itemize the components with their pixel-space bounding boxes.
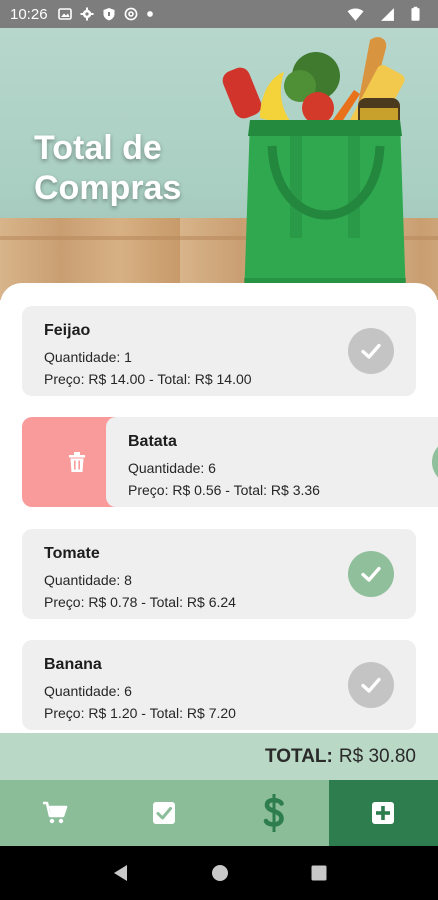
home-icon[interactable]	[211, 864, 229, 882]
total-bar: TOTAL: R$ 30.80	[0, 733, 438, 780]
list-item[interactable]: Banana Quantidade: 6 Preço: R$ 1.20 - To…	[22, 640, 416, 730]
check-button[interactable]	[348, 328, 394, 374]
shopping-list[interactable]: Feijao Quantidade: 1 Preço: R$ 14.00 - T…	[0, 283, 438, 733]
dot-icon	[146, 11, 153, 17]
nav-checklist[interactable]	[110, 780, 220, 846]
battery-icon	[411, 6, 420, 21]
item-quantity: Quantidade: 8	[44, 572, 132, 588]
gear-icon	[80, 7, 94, 21]
item-quantity: Quantidade: 6	[44, 683, 132, 699]
nav-add[interactable]	[328, 780, 438, 846]
status-time: 10:26	[10, 5, 48, 23]
system-nav-bar	[0, 846, 438, 900]
list-item[interactable]: Feijao Quantidade: 1 Preço: R$ 14.00 - T…	[22, 306, 416, 396]
at-icon	[124, 7, 137, 21]
item-quantity: Quantidade: 1	[44, 349, 132, 365]
add-icon	[372, 802, 395, 824]
total-label: TOTAL:	[264, 745, 333, 767]
item-price: Preço: R$ 0.78 - Total: R$ 6.24	[44, 594, 236, 610]
item-price: Preço: R$ 0.56 - Total: R$ 3.36	[128, 482, 320, 498]
status-bar: 10:26	[0, 0, 438, 28]
recents-icon[interactable]	[311, 865, 327, 881]
checkmark-icon	[361, 566, 381, 582]
item-name: Batata	[128, 433, 177, 450]
item-name: Tomate	[44, 545, 100, 562]
bottom-nav	[0, 780, 438, 846]
image-icon	[57, 8, 72, 20]
check-button[interactable]	[348, 662, 394, 708]
back-icon[interactable]	[111, 863, 129, 883]
grocery-bag-illustration	[222, 37, 406, 300]
dollar-icon	[263, 794, 284, 832]
total-value: R$ 30.80	[338, 745, 416, 767]
item-name: Feijao	[44, 322, 91, 339]
hero-banner: Total de Compras	[0, 28, 438, 300]
nav-dollar[interactable]	[219, 780, 329, 846]
trash-icon	[69, 452, 85, 472]
item-quantity: Quantidade: 6	[128, 460, 216, 476]
signal-icon	[381, 7, 394, 21]
list-item[interactable]: Tomate Quantidade: 8 Preço: R$ 0.78 - To…	[22, 529, 416, 619]
checklist-icon	[153, 802, 176, 824]
shield-icon	[103, 8, 115, 21]
checkmark-icon	[361, 677, 381, 693]
nav-cart[interactable]	[0, 780, 110, 846]
list-item-swiped[interactable]: Batata Quantidade: 6 Preço: R$ 0.56 - To…	[106, 417, 438, 507]
page-title-line2: Compras	[34, 169, 182, 207]
item-price: Preço: R$ 14.00 - Total: R$ 14.00	[44, 371, 252, 387]
item-price: Preço: R$ 1.20 - Total: R$ 7.20	[44, 705, 236, 721]
check-button[interactable]	[348, 551, 394, 597]
wifi-icon	[347, 8, 364, 21]
page-title: Total de Compras	[34, 128, 181, 208]
cart-icon	[42, 801, 68, 824]
checkmark-icon	[361, 343, 381, 359]
page-title-line1: Total de	[34, 129, 162, 167]
item-name: Banana	[44, 656, 102, 673]
check-button[interactable]	[432, 439, 438, 485]
